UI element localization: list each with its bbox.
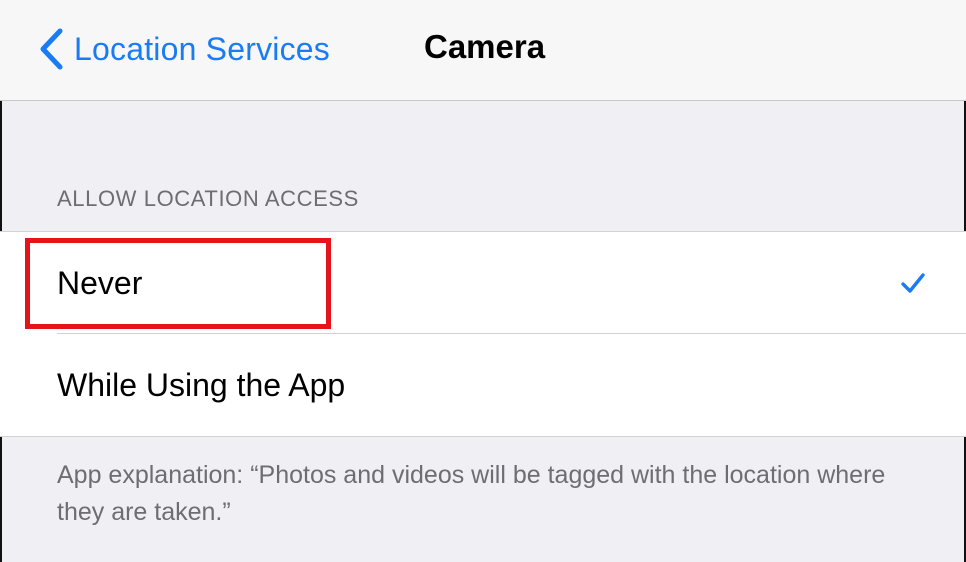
checkmark-icon [901, 273, 925, 293]
back-button[interactable]: Location Services [36, 24, 330, 74]
option-while-using-label: While Using the App [57, 367, 346, 403]
footer-explanation: App explanation: “Photos and videos will… [57, 461, 886, 526]
section-header: ALLOW LOCATION ACCESS [57, 186, 359, 211]
back-button-label: Location Services [74, 30, 330, 67]
chevron-left-icon [40, 28, 63, 70]
option-while-using-the-app[interactable]: While Using the App [0, 334, 966, 436]
navigation-bar: Location Services Camera [0, 0, 966, 101]
page-title: Camera [424, 28, 546, 65]
highlight-box [25, 238, 331, 329]
